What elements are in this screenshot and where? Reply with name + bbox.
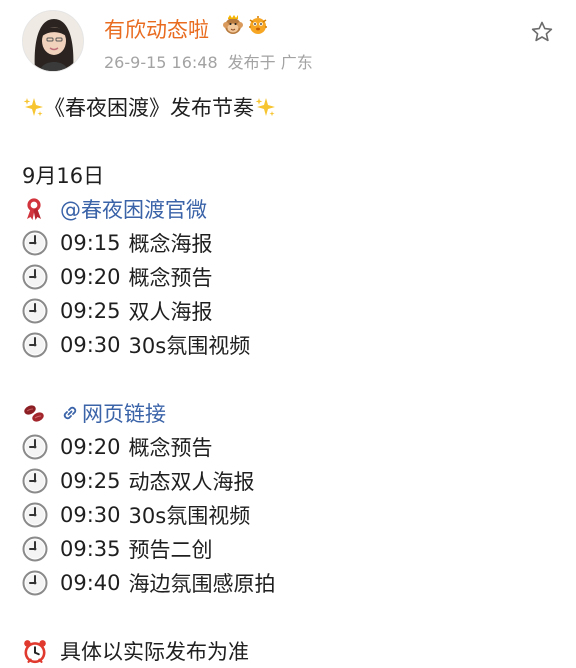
clock-icon [22,230,48,256]
star-outline-icon[interactable] [530,20,554,44]
post-timestamp: 26-9-15 16:48 [104,53,218,72]
schedule-time: 09:30 [60,503,121,527]
schedule-text: 30s氛围视频 [128,334,251,358]
footer-note-line: 具体以实际发布为准 [22,634,556,668]
user-badges [222,14,269,36]
schedule-item: 09:40 海边氛围感原拍 [22,566,556,600]
schedule-item: 09:15 概念海报 [22,226,556,260]
schedule-time: 09:35 [60,537,121,561]
schedule-date: 9月16日 [22,164,105,188]
schedule-list: 09:15 概念海报 09:20 概念预告 09:25 双人海报 09:30 30s氛围视频 [22,226,556,362]
schedule-text: 概念预告 [128,266,213,290]
beans-icon [24,405,44,422]
schedule-text: 预告二创 [128,538,213,562]
post-headline: 《春夜困渡》发布节奏 [22,90,556,124]
clock-icon [22,536,48,562]
link-icon[interactable] [60,403,80,423]
footer-note: 具体以实际发布为准 [60,640,249,664]
avatar[interactable] [22,10,84,72]
schedule-item: 09:25 双人海报 [22,294,556,328]
clock-icon [22,298,48,324]
schedule-text: 概念海报 [128,232,213,256]
schedule-time: 09:15 [60,231,121,255]
schedule-item: 09:30 30s氛围视频 [22,498,556,532]
web-link[interactable]: 网页链接 [82,398,166,428]
schedule-item: 09:35 预告二创 [22,532,556,566]
clock-icon [22,468,48,494]
schedule-item: 09:30 30s氛围视频 [22,328,556,362]
sparkles-icon [22,96,44,118]
clock-icon [22,264,48,290]
alarm-clock-icon [24,640,46,664]
username[interactable]: 有欣动态啦 [104,14,209,44]
monkey-emoji-badge-icon [223,15,243,34]
clock-icon [22,570,48,596]
post-content: 《春夜困渡》发布节奏 9月16日 @春夜困渡官微 09:15 概念海报 09:20 概… [22,90,556,668]
schedule-text: 双人海报 [128,300,213,324]
schedule-text: 30s氛围视频 [128,504,251,528]
section-header: @春夜困渡官微 [22,192,556,226]
mention-link[interactable]: @春夜困渡官微 [60,194,207,224]
section-header: 网页链接 [22,396,556,430]
schedule-list: 09:20 概念预告 09:25 动态双人海报 09:30 30s氛围视频 09:35 预告二… [22,430,556,600]
schedule-item: 09:20 概念预告 [22,260,556,294]
headline-text: 《春夜困渡》发布节奏 [44,96,254,120]
clock-icon [22,434,48,460]
schedule-item: 09:20 概念预告 [22,430,556,464]
clock-icon [22,502,48,528]
schedule-time: 09:25 [60,469,121,493]
schedule-time: 09:20 [60,435,121,459]
pufferfish-emoji-badge-icon [249,16,267,34]
schedule-item: 09:25 动态双人海报 [22,464,556,498]
schedule-text: 海边氛围感原拍 [128,572,276,596]
schedule-text: 概念预告 [128,436,213,460]
schedule-time: 09:30 [60,333,121,357]
schedule-time: 09:40 [60,571,121,595]
post-meta: 26-9-15 16:48 发布于 广东 [104,49,313,73]
schedule-time: 09:20 [60,265,121,289]
clock-icon [22,332,48,358]
schedule-text: 动态双人海报 [128,470,255,494]
schedule-time: 09:25 [60,299,121,323]
sparkles-icon [254,96,276,118]
weibo-post: 有欣动态啦 26-9-15 16:48 发布于 广东 《春夜困渡》发布节奏 9月… [0,0,576,668]
ribbon-icon [27,198,41,220]
post-source: 发布于 广东 [227,53,313,72]
